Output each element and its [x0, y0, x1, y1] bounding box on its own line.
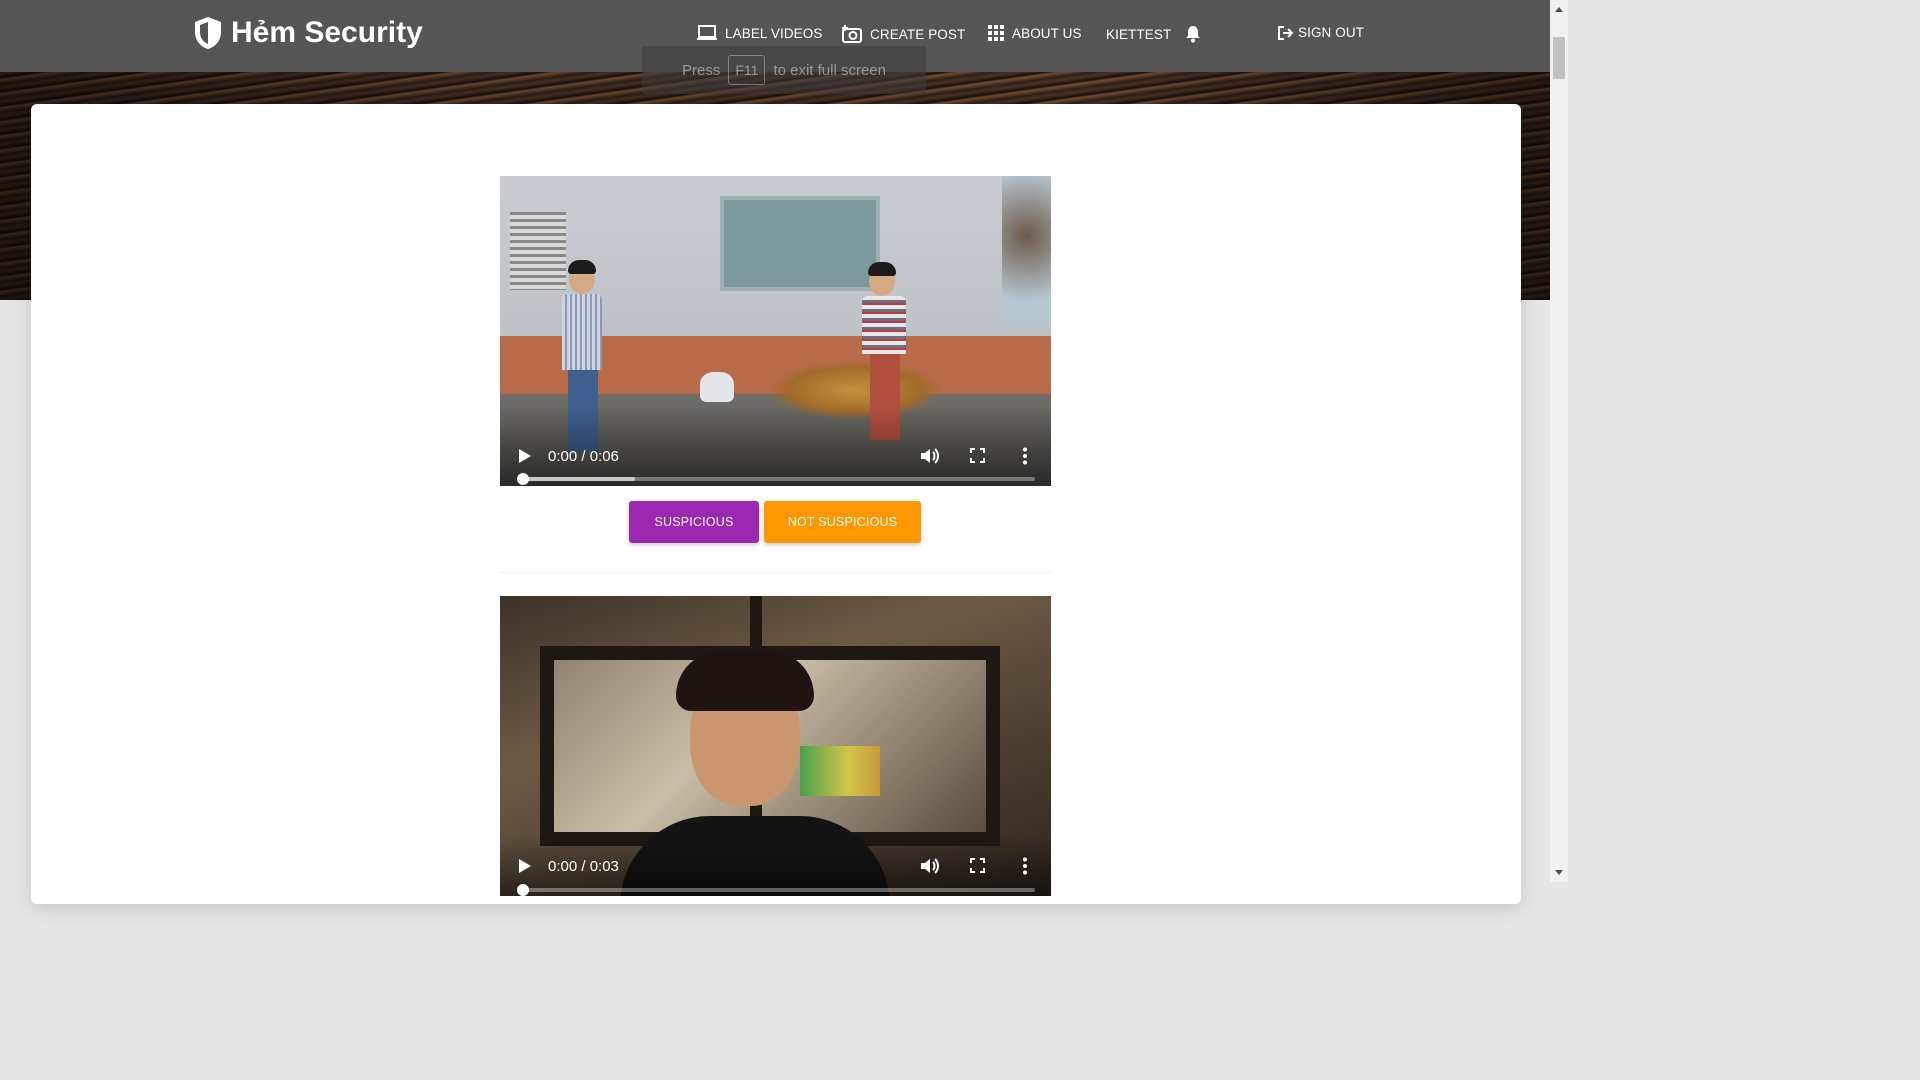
toast-text-after: to exit full screen	[773, 61, 886, 79]
sign-out-icon	[1278, 25, 1294, 40]
apps-grid-icon	[988, 25, 1004, 41]
seek-bar-thumb[interactable]	[517, 884, 529, 896]
nav-sign-out[interactable]: SIGN OUT	[1278, 25, 1364, 40]
laptop-icon	[697, 25, 717, 40]
add-photo-icon	[842, 25, 862, 43]
scrollbar-thumb[interactable]	[1553, 37, 1565, 79]
video-controls: 0:00 / 0:06	[500, 406, 1051, 486]
fullscreen-icon[interactable]	[970, 858, 985, 873]
play-icon[interactable]	[518, 448, 532, 464]
more-options-icon[interactable]	[1022, 857, 1028, 875]
scroll-down-arrow-icon[interactable]	[1555, 870, 1563, 875]
nav-label-videos-text: LABEL VIDEOS	[725, 25, 823, 41]
seek-bar-buffer	[522, 477, 635, 481]
nav-about-us[interactable]: ABOUT US	[988, 25, 1082, 41]
shield-icon	[195, 17, 221, 49]
page-scrollbar[interactable]	[1550, 0, 1568, 882]
video-time: 0:00 / 0:03	[548, 858, 619, 875]
nav-create-post-text: CREATE POST	[870, 26, 966, 42]
fullscreen-icon[interactable]	[970, 448, 985, 463]
brand-logo[interactable]: Hẻm Security	[193, 16, 423, 50]
scroll-up-arrow-icon[interactable]	[1555, 7, 1563, 12]
seek-bar[interactable]	[517, 473, 1035, 485]
suspicious-button[interactable]: SUSPICIOUS	[629, 501, 759, 543]
divider	[500, 572, 1051, 573]
nav-sign-out-text: SIGN OUT	[1298, 25, 1365, 40]
video-frame-detail	[800, 746, 880, 796]
seek-bar-thumb[interactable]	[517, 473, 529, 485]
volume-icon[interactable]	[919, 856, 939, 876]
nav-about-us-text: ABOUT US	[1012, 25, 1082, 41]
video-time: 0:00 / 0:06	[548, 448, 619, 465]
notification-bell-icon[interactable]	[1185, 25, 1201, 43]
nav-create-post[interactable]: CREATE POST	[842, 25, 965, 43]
video-frame-detail	[510, 212, 566, 290]
video-player[interactable]: 0:00 / 0:03	[500, 596, 1051, 896]
not-suspicious-button[interactable]: NOT SUSPICIOUS	[764, 501, 921, 543]
toast-key-badge: F11	[728, 55, 766, 85]
video-frame-detail	[720, 196, 880, 291]
nav-label-videos[interactable]: LABEL VIDEOS	[697, 25, 823, 41]
video-controls: 0:00 / 0:03	[500, 836, 1051, 896]
nav-user-profile[interactable]: KIETTEST	[1106, 25, 1201, 43]
volume-icon[interactable]	[919, 446, 939, 466]
more-options-icon[interactable]	[1022, 447, 1028, 465]
video-frame-person	[676, 651, 814, 711]
fullscreen-exit-toast: Press F11 to exit full screen	[642, 46, 926, 94]
seek-bar[interactable]	[517, 884, 1035, 896]
video-frame-detail	[700, 372, 734, 402]
toast-text-before: Press	[682, 61, 721, 79]
brand-name: Hẻm Security	[231, 16, 423, 49]
video-frame-detail	[1002, 176, 1051, 326]
play-icon[interactable]	[518, 858, 532, 874]
video-player[interactable]: 0:00 / 0:06	[500, 176, 1051, 486]
username-text: KIETTEST	[1106, 26, 1172, 42]
